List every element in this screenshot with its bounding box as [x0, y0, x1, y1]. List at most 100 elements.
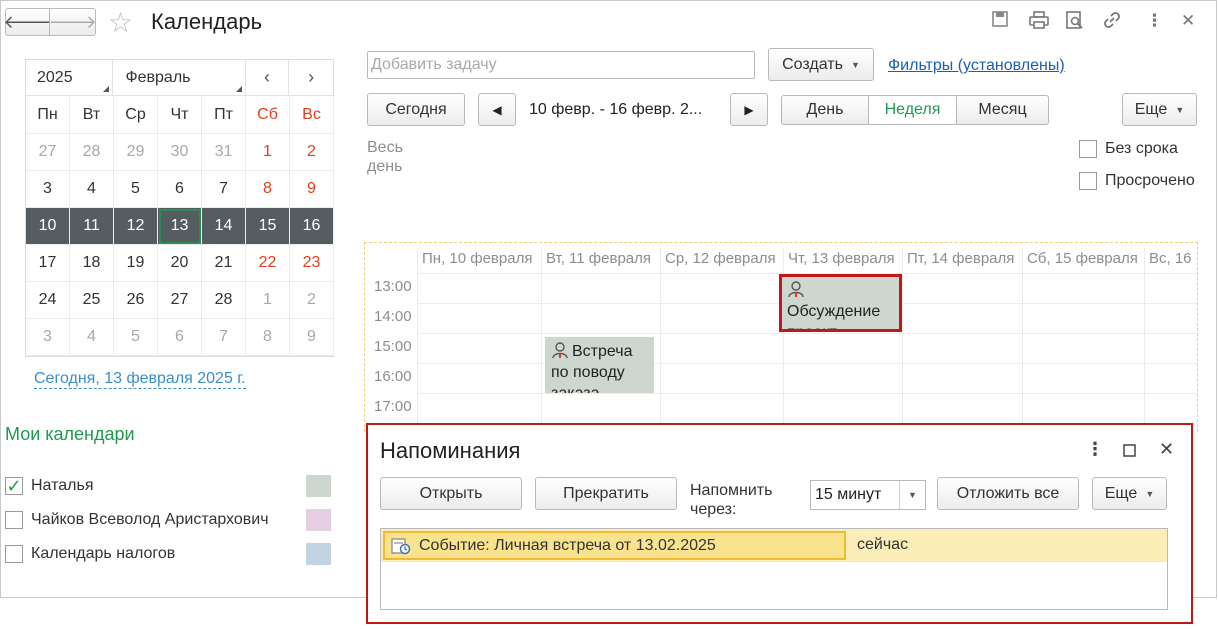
- calendar-day[interactable]: 9: [290, 171, 334, 208]
- person-icon: [551, 341, 569, 359]
- calendar-color-swatch[interactable]: [306, 509, 331, 531]
- calendar-day[interactable]: 27: [158, 282, 202, 319]
- next-month-button[interactable]: ›: [289, 60, 333, 95]
- calendar-item-taxes[interactable]: Календарь налогов: [5, 543, 175, 565]
- calendar-day[interactable]: 17: [26, 245, 70, 282]
- calendar-day[interactable]: 10: [26, 208, 70, 245]
- create-button[interactable]: Создать ▼: [768, 48, 874, 81]
- preview-icon[interactable]: [1066, 11, 1084, 34]
- overdue-label: Просрочено: [1105, 172, 1195, 189]
- calendar-day[interactable]: 9: [290, 319, 334, 356]
- calendar-day[interactable]: 15: [246, 208, 290, 245]
- calendar-checkbox[interactable]: ✓: [5, 476, 23, 496]
- view-day-button[interactable]: День: [781, 95, 869, 125]
- calendar-day[interactable]: 11: [70, 208, 114, 245]
- calendar-checkbox[interactable]: [5, 511, 23, 529]
- calendar-day[interactable]: 8: [246, 319, 290, 356]
- calendar-day[interactable]: 12: [114, 208, 158, 245]
- dropdown-arrow-icon[interactable]: ▼: [899, 481, 925, 509]
- more-vertical-icon[interactable]: ⋮: [1146, 11, 1163, 31]
- forward-button[interactable]: 🡒: [48, 8, 97, 36]
- filters-link[interactable]: Фильтры (установлены): [888, 57, 1065, 75]
- calendar-event[interactable]: Встреча по поводу заказа: [545, 337, 654, 393]
- remind-interval-select[interactable]: 15 минут ▼: [810, 480, 926, 510]
- print-icon[interactable]: [1029, 11, 1049, 34]
- calendar-day[interactable]: 26: [114, 282, 158, 319]
- save-icon[interactable]: [992, 11, 1008, 32]
- reminders-more-button[interactable]: Еще ▼: [1092, 477, 1167, 510]
- calendar-day[interactable]: 7: [202, 319, 246, 356]
- calendar-day[interactable]: 4: [70, 171, 114, 208]
- more-button[interactable]: Еще ▼: [1122, 93, 1197, 126]
- back-button[interactable]: 🡐: [3, 8, 52, 36]
- calendar-item-natalya[interactable]: ✓ Наталья: [5, 475, 93, 497]
- no-deadline-checkbox[interactable]: [1079, 140, 1097, 158]
- prev-period-button[interactable]: ◀: [478, 93, 516, 126]
- link-icon[interactable]: [1103, 11, 1121, 34]
- calendar-day[interactable]: 25: [70, 282, 114, 319]
- calendar-day[interactable]: 27: [26, 134, 70, 171]
- view-week-button[interactable]: Неделя: [868, 95, 957, 125]
- maximize-icon[interactable]: [1123, 441, 1136, 462]
- calendar-color-swatch[interactable]: [306, 475, 331, 497]
- calendar-day[interactable]: 7: [202, 171, 246, 208]
- calendar-day-today[interactable]: 13: [158, 208, 202, 245]
- favorite-star-icon[interactable]: ☆: [108, 6, 133, 39]
- calendar-day[interactable]: 3: [26, 319, 70, 356]
- prev-month-button[interactable]: ‹: [246, 60, 290, 95]
- calendar-day[interactable]: 2: [290, 282, 334, 319]
- view-month-button[interactable]: Месяц: [956, 95, 1049, 125]
- overdue-checkbox[interactable]: [1079, 172, 1097, 190]
- reminders-list: Событие: Личная встреча от 13.02.2025 се…: [380, 528, 1168, 610]
- calendar-day[interactable]: 14: [202, 208, 246, 245]
- close-icon[interactable]: ✕: [1159, 439, 1174, 460]
- postpone-all-button[interactable]: Отложить все: [937, 477, 1079, 510]
- person-icon: [787, 280, 805, 298]
- calendar-day[interactable]: 6: [158, 319, 202, 356]
- calendar-day[interactable]: 3: [26, 171, 70, 208]
- today-button[interactable]: Сегодня: [367, 93, 465, 126]
- no-deadline-filter[interactable]: Без срока: [1079, 138, 1178, 160]
- calendar-event[interactable]: Обсуждение проект: [779, 274, 902, 332]
- close-icon[interactable]: ✕: [1181, 11, 1195, 31]
- year-selector[interactable]: 2025: [26, 60, 114, 95]
- calendar-day[interactable]: 22: [246, 245, 290, 282]
- stop-button[interactable]: Прекратить: [535, 477, 677, 510]
- calendar-day[interactable]: 28: [202, 282, 246, 319]
- reminder-row[interactable]: Событие: Личная встреча от 13.02.2025 се…: [381, 529, 1167, 562]
- hour-label: 15:00: [374, 338, 412, 355]
- dropdown-arrow-icon: ▼: [1145, 488, 1155, 499]
- open-button[interactable]: Открыть: [380, 477, 522, 510]
- calendar-day[interactable]: 19: [114, 245, 158, 282]
- add-task-input[interactable]: [367, 51, 755, 79]
- calendar-day[interactable]: 24: [26, 282, 70, 319]
- overdue-filter[interactable]: Просрочено: [1079, 170, 1195, 192]
- next-period-button[interactable]: ▶: [730, 93, 768, 126]
- calendar-day[interactable]: 2: [290, 134, 334, 171]
- reminder-subject-cell[interactable]: Событие: Личная встреча от 13.02.2025: [383, 531, 846, 560]
- calendar-day[interactable]: 8: [246, 171, 290, 208]
- calendar-day[interactable]: 18: [70, 245, 114, 282]
- calendar-checkbox[interactable]: [5, 545, 23, 563]
- today-link[interactable]: Сегодня, 13 февраля 2025 г.: [34, 370, 246, 389]
- calendar-day[interactable]: 23: [290, 245, 334, 282]
- calendar-item-chaikov[interactable]: Чайков Всеволод Аристархович: [5, 509, 269, 531]
- more-vertical-icon[interactable]: ⋮: [1086, 439, 1104, 460]
- calendar-day[interactable]: 5: [114, 319, 158, 356]
- calendar-day[interactable]: 16: [290, 208, 334, 245]
- weekday-header: Чт: [158, 96, 202, 134]
- calendar-day[interactable]: 20: [158, 245, 202, 282]
- calendar-day[interactable]: 31: [202, 134, 246, 171]
- calendar-day[interactable]: 29: [114, 134, 158, 171]
- calendar-day[interactable]: 5: [114, 171, 158, 208]
- day-header: Чт, 13 февраля: [783, 248, 902, 273]
- calendar-day[interactable]: 30: [158, 134, 202, 171]
- calendar-day[interactable]: 21: [202, 245, 246, 282]
- calendar-color-swatch[interactable]: [306, 543, 331, 565]
- calendar-day[interactable]: 28: [70, 134, 114, 171]
- calendar-day[interactable]: 1: [246, 134, 290, 171]
- calendar-day[interactable]: 6: [158, 171, 202, 208]
- calendar-day[interactable]: 4: [70, 319, 114, 356]
- calendar-day[interactable]: 1: [246, 282, 290, 319]
- month-selector[interactable]: Февраль: [113, 60, 246, 95]
